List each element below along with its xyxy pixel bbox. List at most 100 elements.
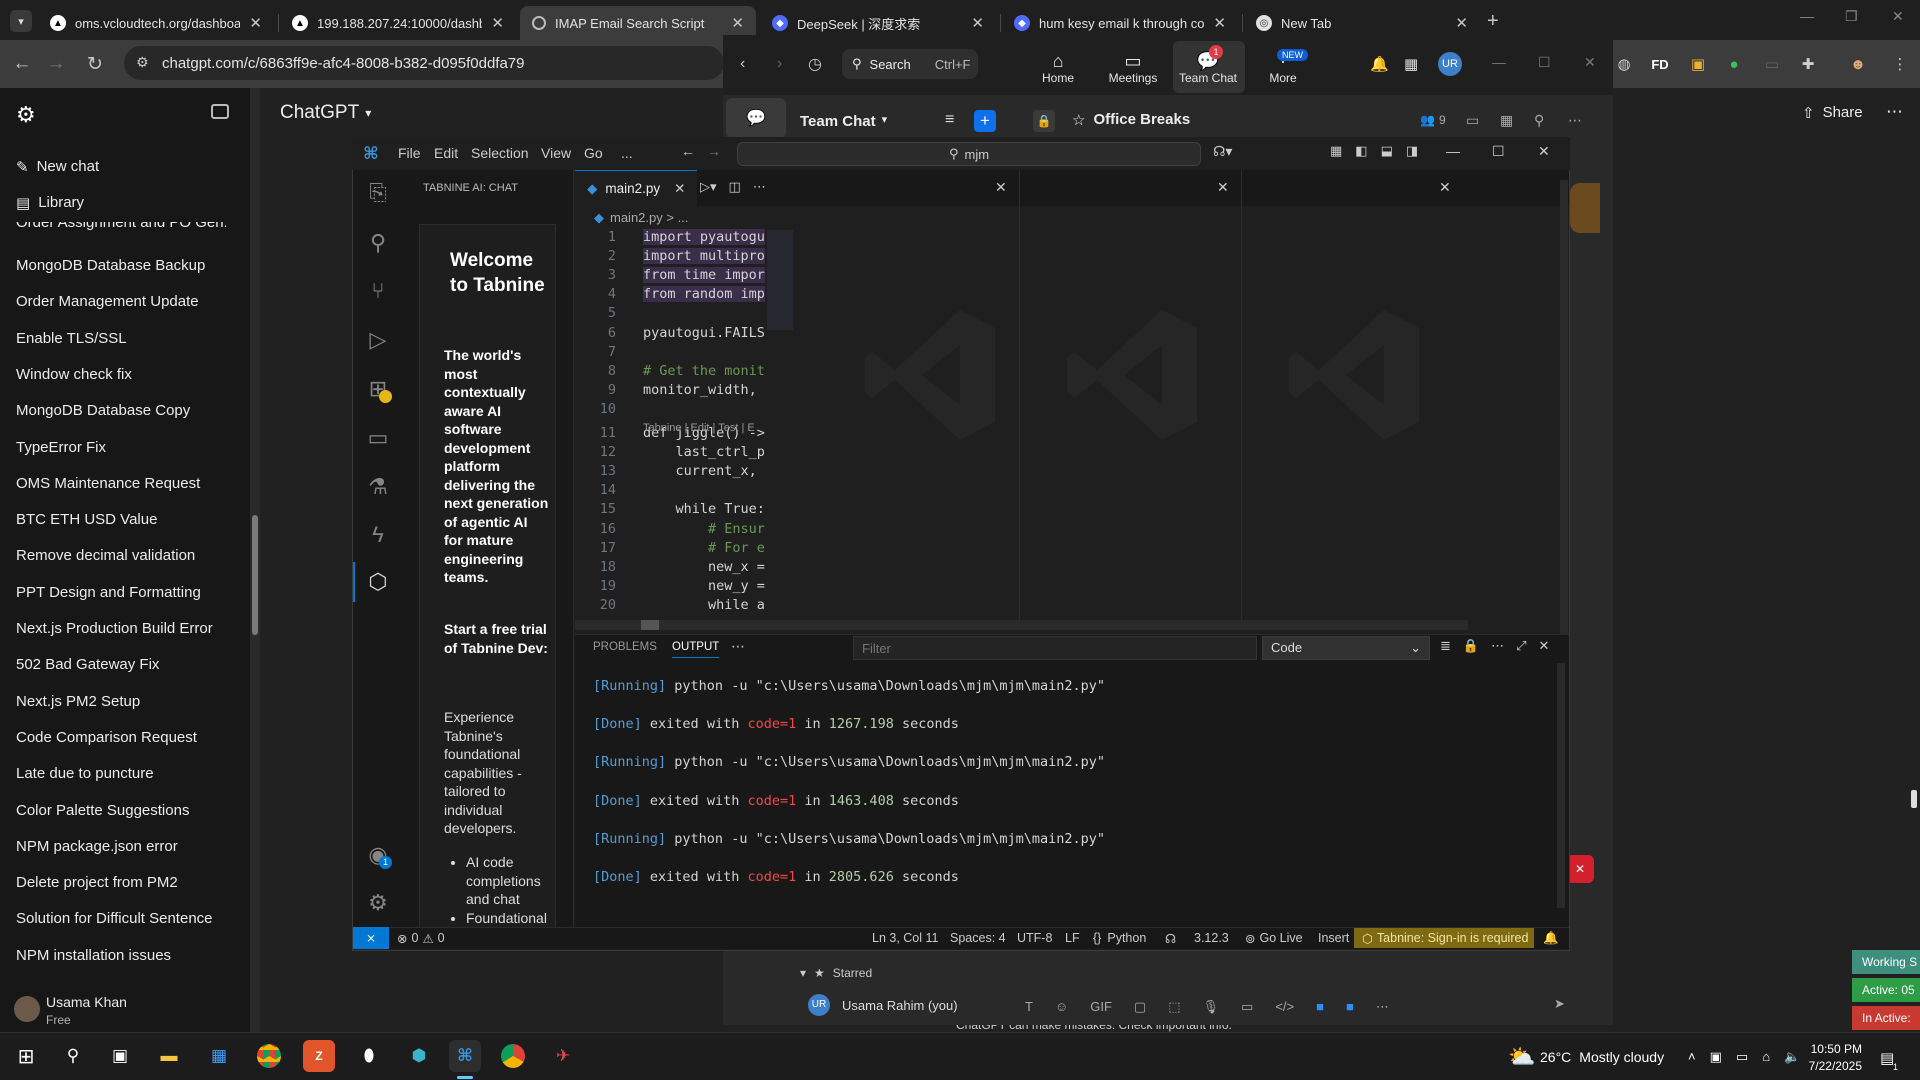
run-debug-icon[interactable]: ▷ <box>363 325 393 355</box>
history-icon[interactable]: ◷ <box>808 54 822 74</box>
chat-history-item[interactable]: OMS Maintenance Request <box>16 475 200 492</box>
menu-item[interactable]: File <box>398 145 421 161</box>
back-icon[interactable]: ‹ <box>740 55 745 73</box>
chat-history-item[interactable]: PPT Design and Formatting <box>16 584 201 601</box>
remote-explorer-icon[interactable]: ▭ <box>363 423 393 453</box>
zoom-app-icon[interactable]: Z <box>303 1040 335 1072</box>
close-tab-icon[interactable]: ✕ <box>674 181 685 197</box>
app-icon[interactable]: ■ <box>1346 999 1354 1015</box>
site-info-icon[interactable]: ⚙ <box>136 54 149 71</box>
new-chat-button[interactable]: ✎ New chat <box>16 158 99 176</box>
search-icon[interactable]: ⚲ <box>1534 112 1544 129</box>
toggle-sidebar-icon[interactable]: ◧ <box>1355 143 1367 159</box>
teams-avatar[interactable]: UR <box>1438 52 1462 76</box>
filter-icon[interactable]: ≡ <box>945 111 954 129</box>
screenshot-icon[interactable]: ⬚ <box>1168 999 1180 1015</box>
sidebar-scrollbar-thumb[interactable] <box>252 515 258 635</box>
remote-indicator-icon[interactable]: ⨯ <box>353 927 389 949</box>
file-explorer-icon[interactable]: ▬ <box>153 1040 185 1072</box>
chevron-up-icon[interactable]: ˄ <box>1688 1049 1696 1065</box>
file-icon[interactable]: ▢ <box>1134 999 1146 1015</box>
thunder-icon[interactable]: ϟ <box>363 520 393 550</box>
chat-history-item[interactable]: Next.js Production Build Error <box>16 620 213 637</box>
forward-icon[interactable]: → <box>44 52 68 76</box>
code-line[interactable]: # For e <box>643 540 765 556</box>
run-file-icon[interactable]: ▷▾ <box>700 179 717 195</box>
user-avatar[interactable] <box>14 996 40 1022</box>
browser-tab[interactable]: ▲ 199.188.207.24:10000/dashboa ✕ <box>280 6 516 40</box>
close-tab-icon[interactable]: ✕ <box>491 14 504 32</box>
code-line[interactable]: from time impor <box>643 267 765 284</box>
chat-history-item[interactable]: MongoDB Database Backup <box>16 257 205 274</box>
close-window-button[interactable]: ✕ <box>1892 8 1904 25</box>
store-icon[interactable]: ▦ <box>203 1040 235 1072</box>
problems-tab[interactable]: PROBLEMS <box>593 641 657 653</box>
openai-logo-icon[interactable]: ⚙ <box>16 102 36 128</box>
chat-app-tile[interactable]: 💬 <box>726 98 786 138</box>
inactive-status-widget[interactable]: In Active: <box>1852 1006 1920 1030</box>
evernote-extension-icon[interactable]: ● <box>1724 54 1744 74</box>
chat-history-item[interactable]: NPM installation issues <box>16 947 171 964</box>
close-tab-icon[interactable]: ✕ <box>1213 14 1226 32</box>
back-icon[interactable]: ← <box>681 143 695 159</box>
menu-item[interactable]: Selection <box>471 145 529 161</box>
nav-meetings[interactable]: ▭ Meetings <box>1098 51 1168 85</box>
vscode-taskbar-icon[interactable]: ⌘ <box>449 1040 481 1072</box>
scrollbar-thumb[interactable] <box>641 620 659 630</box>
chat-history-item[interactable]: NPM package.json error <box>16 838 178 855</box>
back-icon[interactable]: ← <box>10 52 34 76</box>
lock-icon[interactable]: 🔒 <box>1463 638 1479 654</box>
cursor-position[interactable]: Ln 3, Col 11 <box>872 931 938 945</box>
working-status-widget[interactable]: Working S <box>1852 950 1920 974</box>
problems-status[interactable]: ⊗ 0 ⚠ 0 <box>397 931 445 946</box>
more-options-icon[interactable]: ⋯ <box>1886 102 1903 122</box>
explorer-icon[interactable]: ⎘ <box>363 178 393 208</box>
network-icon[interactable]: ⌂ <box>1762 1049 1770 1065</box>
output-scrollbar[interactable] <box>1557 663 1565 908</box>
copilot-status-icon[interactable]: ☊ <box>1165 931 1176 946</box>
app-icon[interactable]: ⬢ <box>403 1040 435 1072</box>
chat-history-item[interactable]: Order Management Update <box>16 293 199 310</box>
chrome-icon[interactable] <box>253 1040 285 1072</box>
gif-button[interactable]: GIF <box>1090 999 1112 1015</box>
app-icon[interactable]: ■ <box>1316 999 1324 1015</box>
task-view-icon[interactable]: ▣ <box>104 1040 136 1072</box>
chat-history-item[interactable]: Remove decimal validation <box>16 547 195 564</box>
channel-title[interactable]: ☆ Office Breaks <box>1072 111 1190 129</box>
close-badge-icon[interactable]: ✕ <box>1566 855 1594 883</box>
settings-gear-icon[interactable]: ⚙ <box>363 888 393 918</box>
text-format-icon[interactable]: T <box>1025 999 1033 1015</box>
video-message-icon[interactable]: ▭ <box>1241 999 1253 1015</box>
chat-history-item[interactable]: Window check fix <box>16 366 132 383</box>
chat-history-item[interactable]: Enable TLS/SSL <box>16 330 127 347</box>
starred-section[interactable]: ▾ ★ Starred <box>800 966 872 980</box>
forward-icon[interactable]: → <box>707 143 721 159</box>
chrome-profile-icon[interactable] <box>497 1040 529 1072</box>
bell-icon[interactable]: 🔔 <box>1370 55 1389 73</box>
more-actions-icon[interactable]: ⋯ <box>1491 638 1504 654</box>
code-line[interactable]: pyautogui.FAILS <box>643 325 765 341</box>
battery-icon[interactable]: ▭ <box>1736 1049 1748 1065</box>
address-bar[interactable]: ⚙ chatgpt.com/c/6863ff9e-afc4-8008-b382-… <box>124 46 724 80</box>
close-tab-icon[interactable]: ✕ <box>971 14 984 32</box>
active-status-widget[interactable]: Active: 05 <box>1852 978 1920 1002</box>
sidebar-toggle-icon[interactable] <box>211 104 229 119</box>
python-version[interactable]: 3.12.3 <box>1194 931 1229 945</box>
code-icon[interactable]: </> <box>1275 999 1294 1015</box>
restore-window-button[interactable]: ❐ <box>1845 8 1858 25</box>
output-tab[interactable]: OUTPUT <box>672 641 720 658</box>
chat-history-item[interactable]: Solution for Difficult Sentence <box>16 910 213 927</box>
code-line[interactable]: # Get the monit <box>643 363 765 379</box>
editor-mode[interactable]: Insert <box>1318 931 1349 945</box>
horizontal-scrollbar[interactable] <box>575 620 1468 630</box>
user-name[interactable]: Usama Khan <box>46 994 127 1010</box>
close-panel-icon[interactable]: ✕ <box>1539 638 1550 654</box>
maximize-panel-icon[interactable]: ⤢ <box>1516 638 1526 654</box>
close-window-button[interactable]: ✕ <box>1538 143 1550 160</box>
close-tab-icon[interactable]: ✕ <box>731 14 744 32</box>
puzzle-extensions-icon[interactable]: ✚ <box>1798 54 1818 74</box>
start-button[interactable]: ⊞ <box>10 1040 42 1072</box>
encoding[interactable]: UTF-8 <box>1017 931 1052 945</box>
teams-search-box[interactable]: ⚲ Search Ctrl+F <box>842 49 978 79</box>
tray-app-icon[interactable]: ▣ <box>1710 1049 1722 1065</box>
